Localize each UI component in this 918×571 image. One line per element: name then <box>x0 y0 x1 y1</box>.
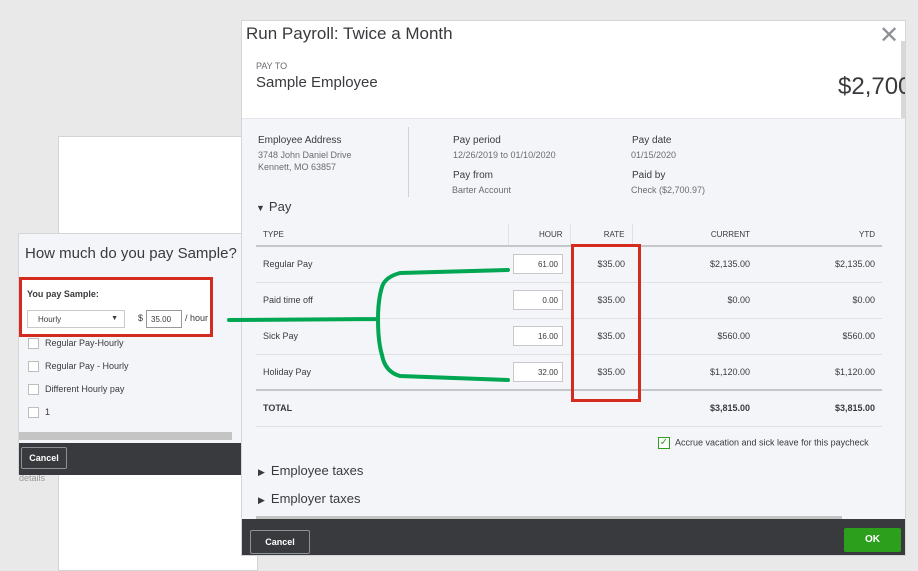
pay-unit: / hour <box>185 313 209 323</box>
hours-input[interactable]: 16.00 <box>513 326 563 346</box>
column-header-rate: RATE <box>569 224 632 247</box>
hours-input[interactable]: 32.00 <box>513 361 563 382</box>
pay-table: TYPE HOUR RATE CURRENT YTD Regular Pay 6… <box>256 224 882 427</box>
pay-from-label: Pay from <box>453 170 494 181</box>
current-cell: $2,135.00 <box>632 246 757 283</box>
table-row: Sick Pay 16.00 $35.00 $560.00 $560.00 <box>256 318 882 355</box>
current-cell: $560.00 <box>632 318 757 355</box>
checkbox-label: Different Hourly pay <box>45 384 125 394</box>
pay-label: You pay Sample: <box>27 289 99 299</box>
column-header-type: TYPE <box>256 224 508 247</box>
table-row: Regular Pay 61.00 $35.00 $2,135.00 $2,13… <box>256 246 882 283</box>
rate-column-highlight <box>571 244 641 402</box>
checkbox-item[interactable]: Different Hourly pay <box>28 384 124 398</box>
accrue-leave-option[interactable]: ✓ Accrue vacation and sick leave for this… <box>658 437 869 449</box>
net-pay-total: $2,700.97 <box>838 73 905 100</box>
current-cell: $1,120.00 <box>632 354 757 391</box>
employee-name: Sample Employee <box>256 74 378 91</box>
pay-period-label: Pay period <box>453 135 501 146</box>
pay-type-select[interactable]: Hourly ▼ <box>27 310 125 328</box>
pay-to-label: PAY TO <box>256 61 288 71</box>
employer-taxes-label: Employer taxes <box>270 491 361 506</box>
pay-date: 01/15/2020 <box>631 150 677 160</box>
pay-type-value: Hourly <box>38 315 62 324</box>
hour-cell: 16.00 <box>508 318 570 355</box>
total-current: $3,815.00 <box>632 389 757 427</box>
ok-button[interactable]: OK <box>844 528 901 552</box>
pay-type-cell: Regular Pay <box>256 246 508 283</box>
total-label: TOTAL <box>256 389 508 427</box>
ytd-cell: $0.00 <box>757 282 882 319</box>
close-icon[interactable]: ✕ <box>879 21 899 50</box>
left-dialog-footer: Cancel <box>19 443 241 475</box>
hours-input[interactable]: 61.00 <box>513 254 563 275</box>
ytd-cell: $1,120.00 <box>757 354 882 391</box>
column-header-ytd: YTD <box>757 224 882 247</box>
ytd-cell: $2,135.00 <box>757 246 882 283</box>
checkbox[interactable] <box>28 407 39 419</box>
dialog-footer: Cancel OK <box>242 519 905 555</box>
address-label: Employee Address <box>258 135 342 146</box>
employee-taxes-label: Employee taxes <box>270 463 364 478</box>
total-row: TOTAL $3,815.00 $3,815.00 <box>256 389 882 427</box>
table-row: Paid time off 0.00 $35.00 $0.00 $0.00 <box>256 282 882 319</box>
hour-cell: 0.00 <box>508 282 570 319</box>
ytd-cell: $560.00 <box>757 318 882 355</box>
paid-by: Check ($2,700.97) <box>631 185 706 195</box>
pay-type-cell: Holiday Pay <box>256 354 508 391</box>
column-header-hour: HOUR <box>507 224 570 247</box>
caret-right-icon: ▶ <box>258 467 265 477</box>
hour-cell: 61.00 <box>508 246 570 283</box>
hours-input[interactable]: 0.00 <box>513 290 563 310</box>
employee-taxes-toggle[interactable]: ▶ Employee taxes <box>258 463 363 478</box>
checkbox[interactable] <box>28 384 39 396</box>
checkbox-label: 1 <box>45 407 51 417</box>
accrue-label: Accrue vacation and sick leave for this … <box>675 437 869 448</box>
pay-section-label: Pay <box>268 199 292 214</box>
checkbox[interactable] <box>28 361 39 373</box>
table-row: Holiday Pay 32.00 $35.00 $1,120.00 $1,12… <box>256 354 882 391</box>
paid-by-label: Paid by <box>632 170 666 181</box>
pay-date-label: Pay date <box>632 135 672 146</box>
currency-symbol: $ <box>138 313 144 323</box>
address-line1: 3748 John Daniel Drive <box>258 150 352 160</box>
total-ytd: $3,815.00 <box>757 389 882 427</box>
divider <box>408 127 409 197</box>
pay-amount-input[interactable]: 35.00 <box>146 310 182 328</box>
checkbox-label: Regular Pay-Hourly <box>45 338 124 348</box>
checkbox-item[interactable]: Regular Pay - Hourly <box>28 361 129 375</box>
checkbox[interactable] <box>28 338 39 350</box>
dialog-title: Run Payroll: Twice a Month <box>246 24 453 43</box>
hour-cell: 32.00 <box>508 354 570 391</box>
chevron-down-icon: ▼ <box>111 315 118 322</box>
employer-taxes-toggle[interactable]: ▶ Employer taxes <box>258 491 361 506</box>
pay-question: How much do you pay Sample? <box>25 245 237 262</box>
pay-from: Barter Account <box>452 185 512 195</box>
pay-period: 12/26/2019 to 01/10/2020 <box>453 150 556 160</box>
pay-section-toggle[interactable]: ▼ Pay <box>256 199 291 214</box>
caret-down-icon: ▼ <box>256 203 265 213</box>
pay-rate-highlight: You pay Sample: Hourly ▼ $ 35.00 / hour <box>19 277 213 337</box>
cancel-button[interactable]: Cancel <box>21 447 67 469</box>
current-cell: $0.00 <box>632 282 757 319</box>
checkbox-item[interactable]: Regular Pay-Hourly <box>28 338 124 352</box>
pay-type-cell: Sick Pay <box>256 318 508 355</box>
address-line2: Kennett, MO 63857 <box>258 162 337 172</box>
checkmark-icon[interactable]: ✓ <box>658 437 670 449</box>
horizontal-scrollbar[interactable] <box>19 432 232 440</box>
checkbox-item[interactable]: 1 <box>28 407 50 421</box>
checkbox-label: Regular Pay - Hourly <box>45 361 129 371</box>
column-header-current: CURRENT <box>631 224 757 247</box>
cancel-button[interactable]: Cancel <box>250 530 310 554</box>
caret-right-icon: ▶ <box>258 495 265 505</box>
pay-type-cell: Paid time off <box>256 282 508 319</box>
empty-cell <box>508 389 570 427</box>
pay-rate-dialog: How much do you pay Sample? You pay Samp… <box>18 233 242 475</box>
